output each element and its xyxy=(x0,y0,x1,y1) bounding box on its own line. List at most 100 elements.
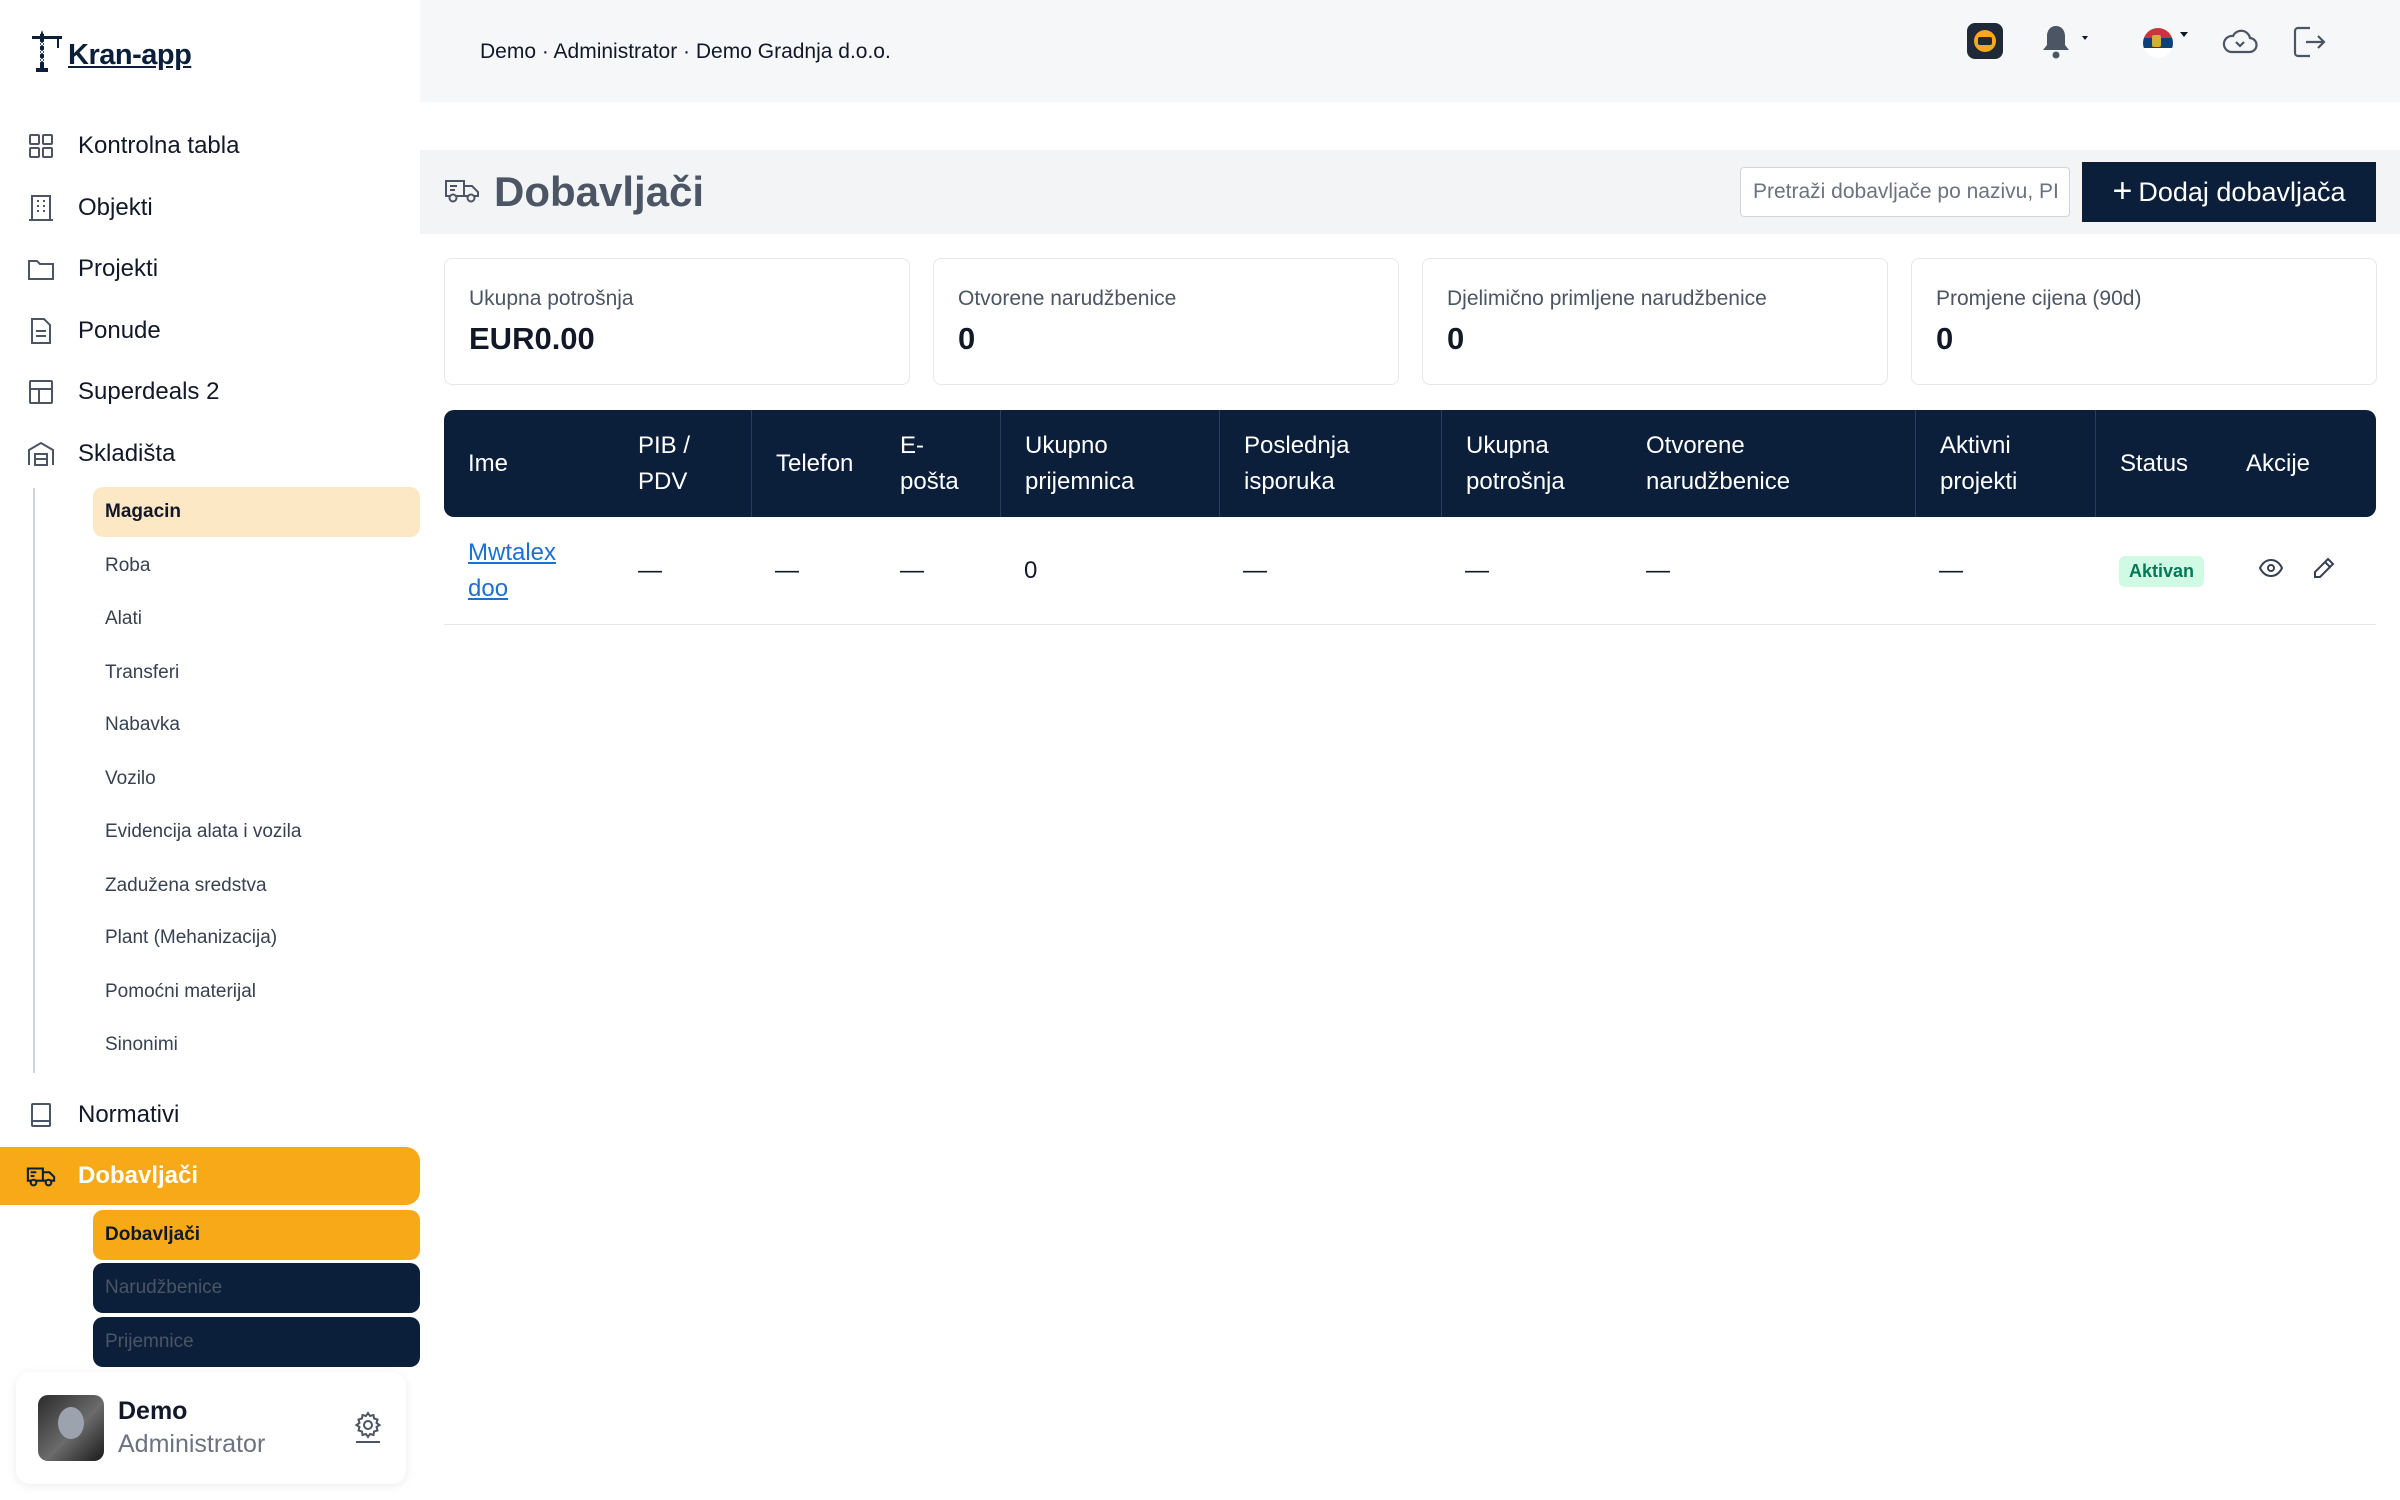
sidebar-subitem-evidencija[interactable]: Evidencija alata i vozila xyxy=(93,807,420,857)
cell-email: — xyxy=(900,557,924,584)
stat-card-djelimicno-primljene: Djelimično primljene narudžbenice 0 xyxy=(1422,258,1888,385)
folder-icon xyxy=(26,254,56,284)
stat-card-ukupna-potrosnja: Ukupna potrošnja EUR0.00 xyxy=(444,258,910,385)
table-row: Mwtalex doo — — — 0 — — — — Aktivan xyxy=(444,517,2376,625)
app-name: Kran-app xyxy=(68,39,192,71)
cell-ime: Mwtalex doo xyxy=(444,517,614,625)
column-header-poslednja-isporuka[interactable]: Poslednja isporuka xyxy=(1219,410,1419,517)
sidebar-item-superdeals[interactable]: Superdeals 2 xyxy=(0,364,420,420)
sidebar-item-label: Skladišta xyxy=(78,440,176,467)
sidebar-subitem-nabavka[interactable]: Nabavka xyxy=(93,700,420,750)
sidebar-item-label: Objekti xyxy=(78,194,153,221)
stat-value: EUR0.00 xyxy=(469,321,595,356)
stat-value: 0 xyxy=(1447,321,1465,356)
stat-card-promjene-cijena: Promjene cijena (90d) 0 xyxy=(1911,258,2377,385)
sidebar-item-label: Kontrolna tabla xyxy=(78,132,240,159)
page-title: Dobavljači xyxy=(494,168,705,215)
plus-icon: + xyxy=(2112,171,2133,210)
book-icon xyxy=(26,1100,56,1130)
sidebar-item-skladista[interactable]: Skladišta xyxy=(0,426,420,482)
column-header-ukupno-prijemnica[interactable]: Ukupno prijemnica xyxy=(1000,410,1200,517)
suppliers-table: Ime PIB / PDV Telefon E-pošta Ukupno pri… xyxy=(444,410,2376,625)
cell-akcije xyxy=(2234,517,2336,625)
truck-icon xyxy=(26,1161,56,1191)
gear-icon[interactable] xyxy=(352,1410,384,1449)
stat-value: 0 xyxy=(1936,321,1954,356)
stat-label: Promjene cijena (90d) xyxy=(1936,287,2142,310)
sidebar-item-label: Ponude xyxy=(78,317,161,344)
cell-telefon: — xyxy=(775,557,799,584)
sidebar-subitem-dobavljaci[interactable]: Dobavljači xyxy=(93,1210,420,1260)
sidebar-subitem-vozilo[interactable]: Vozilo xyxy=(93,754,420,804)
column-header-aktivni-projekti[interactable]: Aktivni projekti xyxy=(1915,410,2065,517)
table-icon xyxy=(26,377,56,407)
supplier-link[interactable]: Mwtalex doo xyxy=(468,535,578,607)
column-header-telefon[interactable]: Telefon xyxy=(751,410,876,517)
sidebar-subitem-transferi[interactable]: Transferi xyxy=(93,648,420,698)
document-icon xyxy=(26,316,56,346)
cell-status: Aktivan xyxy=(2095,517,2205,625)
sidebar-item-label: Superdeals 2 xyxy=(78,378,220,405)
status-badge: Aktivan xyxy=(2119,555,2205,587)
sidebar-item-kontrolna-tabla[interactable]: Kontrolna tabla xyxy=(0,118,420,174)
app-badge-icon[interactable] xyxy=(1966,22,2004,65)
sidebar-item-dobavljaci[interactable]: Dobavljači xyxy=(0,1147,420,1205)
user-card[interactable]: Demo Administrator xyxy=(16,1372,406,1484)
search-input[interactable] xyxy=(1740,167,2070,217)
cloud-sync-icon[interactable] xyxy=(2220,22,2260,67)
sidebar-item-normativi[interactable]: Normativi xyxy=(0,1087,420,1143)
edit-icon[interactable] xyxy=(2312,556,2336,587)
top-bar: Demo · Administrator · Demo Gradnja d.o.… xyxy=(420,0,2400,102)
stat-value: 0 xyxy=(958,321,976,356)
sidebar-item-label: Projekti xyxy=(78,255,159,282)
stat-label: Otvorene narudžbenice xyxy=(958,287,1177,310)
cell-prijemnice: 0 xyxy=(1024,557,1038,584)
sidebar-subitem-narudzbenice[interactable]: Narudžbenice xyxy=(93,1263,420,1313)
sidebar: Kran-app Kontrolna tabla Objekti Projekt… xyxy=(0,0,420,1500)
sidebar-item-projekti[interactable]: Projekti xyxy=(0,241,420,297)
column-header-ukupna-potrosnja[interactable]: Ukupna potrošnja xyxy=(1441,410,1621,517)
stat-label: Djelimično primljene narudžbenice xyxy=(1447,287,1767,310)
column-header-otvorene-narudzbenice[interactable]: Otvorene narudžbenice xyxy=(1622,410,1862,517)
sidebar-subitem-alati[interactable]: Alati xyxy=(93,594,420,644)
warehouse-icon xyxy=(26,439,56,469)
page-header: Dobavljači + Dodaj dobavljača xyxy=(420,150,2400,234)
breadcrumb: Demo · Administrator · Demo Gradnja d.o.… xyxy=(480,40,891,63)
user-name: Demo xyxy=(118,1397,188,1425)
sidebar-item-ponude[interactable]: Ponude xyxy=(0,303,420,359)
column-header-akcije: Akcije xyxy=(2246,449,2311,477)
cell-narudzbenice: — xyxy=(1646,557,1670,584)
logout-icon[interactable] xyxy=(2288,22,2328,67)
sidebar-subitem-roba[interactable]: Roba xyxy=(93,541,420,591)
sidebar-subitem-zaduzena-sredstva[interactable]: Zadužena sredstva xyxy=(93,861,420,911)
crane-icon xyxy=(32,30,62,72)
building-icon xyxy=(26,193,56,223)
add-supplier-label: Dodaj dobavljača xyxy=(2138,176,2346,207)
column-header-status[interactable]: Status xyxy=(2095,410,2225,517)
sidebar-subitem-sinonimi[interactable]: Sinonimi xyxy=(93,1020,420,1070)
stat-card-otvorene-narudzbenice: Otvorene narudžbenice 0 xyxy=(933,258,1399,385)
sidebar-subitem-pomocni-materijal[interactable]: Pomoćni materijal xyxy=(93,967,420,1017)
stat-label: Ukupna potrošnja xyxy=(469,287,634,310)
app-logo[interactable]: Kran-app xyxy=(30,28,192,72)
language-flag-icon[interactable] xyxy=(2140,22,2200,67)
bell-icon[interactable] xyxy=(2038,22,2098,67)
sidebar-item-label: Dobavljači xyxy=(78,1162,199,1189)
cell-potrosnja: — xyxy=(1465,557,1489,584)
sidebar-subitem-plant[interactable]: Plant (Mehanizacija) xyxy=(93,913,420,963)
eye-icon[interactable] xyxy=(2258,557,2284,586)
submenu-line xyxy=(33,488,35,1073)
avatar xyxy=(38,1395,104,1461)
sidebar-subitem-prijemnice[interactable]: Prijemnice xyxy=(93,1317,420,1367)
sidebar-item-label: Normativi xyxy=(78,1101,180,1128)
sidebar-subitem-magacin[interactable]: Magacin xyxy=(93,487,420,537)
sidebar-item-objekti[interactable]: Objekti xyxy=(0,180,420,236)
column-header-pib[interactable]: PIB / PDV xyxy=(614,410,724,517)
cell-projekti: — xyxy=(1939,557,1963,584)
table-header: Ime PIB / PDV Telefon E-pošta Ukupno pri… xyxy=(444,410,2376,517)
user-role: Administrator xyxy=(118,1430,266,1458)
add-supplier-button[interactable]: + Dodaj dobavljača xyxy=(2082,162,2376,222)
column-header-ime[interactable]: Ime xyxy=(444,410,614,517)
grid-icon xyxy=(26,131,56,161)
column-header-email[interactable]: E-pošta xyxy=(876,410,966,517)
